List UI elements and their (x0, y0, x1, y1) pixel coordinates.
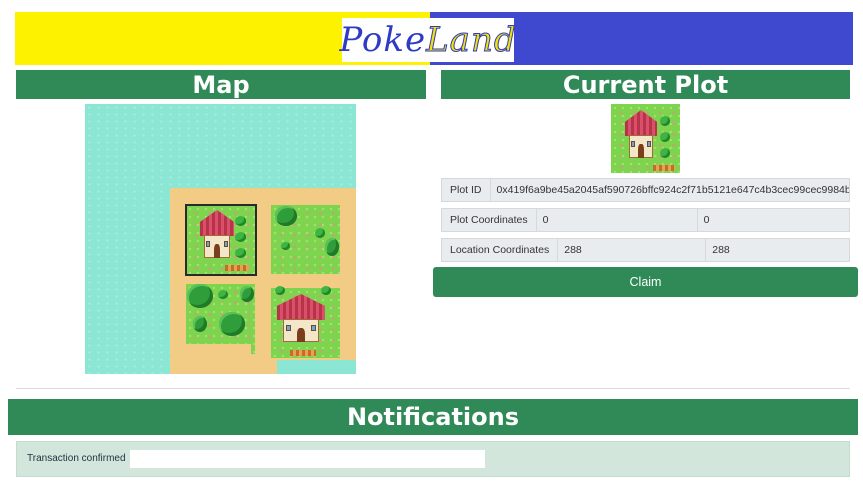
tree-icon (325, 238, 339, 256)
bush-icon (275, 286, 285, 295)
page: Poke Land Map Current Plot Plot ID 0x419… (0, 0, 863, 487)
location-coordinates-row: Location Coordinates 288 288 (441, 238, 850, 262)
pond (277, 360, 356, 374)
bush-icon (660, 148, 670, 158)
house-icon (625, 110, 657, 158)
logo-poke: Poke (339, 20, 427, 60)
fence-icon (225, 265, 249, 271)
notification-message: Transaction confirmed (27, 453, 126, 465)
bush-icon (321, 286, 331, 295)
tree-icon (219, 312, 245, 336)
plot-coordinates-label: Plot Coordinates (442, 209, 537, 231)
sand-path (181, 344, 251, 360)
plot-id-row: Plot ID 0x419f6a9be45a2045af590726bffc92… (441, 178, 850, 202)
bush-icon (660, 116, 670, 126)
bush-icon (235, 216, 246, 226)
fence-icon (653, 165, 675, 171)
tree-icon (193, 316, 207, 332)
divider (16, 388, 850, 389)
bush-icon (235, 248, 246, 258)
pokeland-logo: Poke Land (339, 18, 517, 62)
current-plot-thumbnail (611, 104, 680, 173)
plot-id-value: 0x419f6a9be45a2045af590726bffc924c2f71b5… (490, 179, 849, 201)
tree-icon (240, 286, 254, 302)
tree-icon (187, 284, 213, 308)
notification-field (130, 450, 485, 468)
sand-path (247, 360, 255, 374)
house-icon (200, 210, 234, 258)
logo-land: Land (426, 20, 517, 61)
fence-icon (290, 350, 316, 356)
world-map[interactable] (85, 104, 356, 374)
bush-icon (218, 290, 228, 299)
map-title: Map (16, 70, 426, 99)
plot-coordinate-y: 0 (696, 209, 849, 231)
notifications-title: Notifications (8, 399, 858, 435)
location-coordinate-x: 288 (558, 239, 706, 261)
plot-id-label: Plot ID (442, 179, 491, 201)
bush-icon (315, 228, 325, 238)
bush-icon (660, 132, 670, 142)
bush-icon (235, 232, 246, 242)
tree-icon (275, 206, 297, 226)
house-icon (277, 294, 325, 342)
current-plot-title: Current Plot (441, 70, 850, 99)
plot-coordinate-x: 0 (536, 209, 697, 231)
location-coordinate-y: 288 (705, 239, 849, 261)
claim-button[interactable]: Claim (433, 267, 858, 297)
bush-icon (281, 242, 290, 250)
plot-coordinates-row: Plot Coordinates 0 0 (441, 208, 850, 232)
notification-alert: Transaction confirmed (16, 441, 850, 477)
location-coordinates-label: Location Coordinates (442, 239, 559, 261)
